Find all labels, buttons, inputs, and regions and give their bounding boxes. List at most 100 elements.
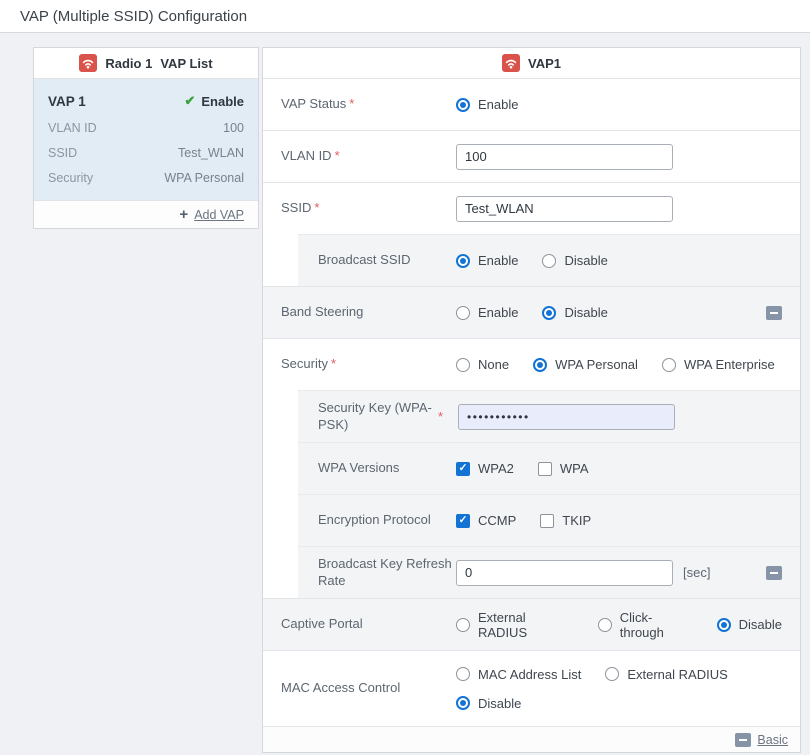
vap-item-status: ✔ Enable bbox=[184, 93, 244, 109]
radio-button-icon[interactable] bbox=[456, 98, 470, 112]
row-wpa-versions: WPA Versions WPA2 WPA bbox=[263, 442, 800, 494]
vap-status-option-enable[interactable]: Enable bbox=[456, 97, 518, 112]
broadcast-key-refresh-input[interactable] bbox=[456, 560, 673, 586]
required-mark: * bbox=[438, 409, 458, 424]
panel-footer: Basic bbox=[263, 726, 800, 752]
security-key-input[interactable] bbox=[458, 404, 675, 430]
security-option-wpa-personal[interactable]: WPA Personal bbox=[533, 357, 638, 372]
vap-item-vlan-value: 100 bbox=[223, 121, 244, 135]
required-mark: * bbox=[349, 96, 354, 111]
mac-acl-option-external-radius[interactable]: External RADIUS bbox=[605, 667, 727, 682]
check-icon: ✔ bbox=[184, 93, 195, 109]
vap-item-vlan-label: VLAN ID bbox=[48, 121, 97, 135]
vap-list-panel: Radio 1 VAP List VAP 1 ✔ Enable VLAN ID … bbox=[33, 47, 259, 229]
basic-view-link[interactable]: Basic bbox=[757, 733, 788, 747]
row-broadcast-ssid: Broadcast SSID Enable Disable bbox=[263, 234, 800, 286]
row-security: Security* None WPA Personal WPA Enterpri… bbox=[263, 338, 800, 390]
captive-portal-option-disable[interactable]: Disable bbox=[717, 617, 782, 632]
row-vlan-id: VLAN ID* bbox=[263, 130, 800, 182]
vap-config-panel: VAP1 VAP Status* Enable VLAN ID* SSID* B… bbox=[262, 47, 801, 753]
vap-item-status-text: Enable bbox=[201, 94, 244, 109]
vap-item-name: VAP 1 bbox=[48, 94, 86, 109]
captive-portal-label: Captive Portal bbox=[281, 616, 456, 633]
radio-button-icon[interactable] bbox=[662, 358, 676, 372]
vap-item-security-value: WPA Personal bbox=[164, 171, 244, 185]
wpa-versions-option-wpa2[interactable]: WPA2 bbox=[456, 461, 514, 476]
page-header: VAP (Multiple SSID) Configuration bbox=[0, 0, 810, 33]
vap-list-item-selected[interactable]: VAP 1 ✔ Enable VLAN ID 100 SSID Test_WLA… bbox=[34, 78, 258, 200]
encryption-option-ccmp[interactable]: CCMP bbox=[456, 513, 516, 528]
band-steering-option-enable[interactable]: Enable bbox=[456, 305, 518, 320]
wpa-versions-option-wpa[interactable]: WPA bbox=[538, 461, 589, 476]
vap-item-ssid-value: Test_WLAN bbox=[178, 146, 244, 160]
required-mark: * bbox=[335, 148, 340, 163]
vlan-id-label: VLAN ID* bbox=[281, 148, 456, 165]
security-key-label: Security Key (WPA-PSK) bbox=[318, 400, 438, 434]
required-mark: * bbox=[331, 356, 336, 371]
vap-list-header: Radio 1 VAP List bbox=[34, 48, 258, 78]
radio-button-icon[interactable] bbox=[456, 254, 470, 268]
broadcast-ssid-option-disable[interactable]: Disable bbox=[542, 253, 607, 268]
band-steering-label: Band Steering bbox=[281, 304, 456, 321]
row-vap-status: VAP Status* Enable bbox=[263, 78, 800, 130]
vap-list-title: VAP List bbox=[160, 56, 212, 71]
vap-status-label: VAP Status* bbox=[281, 96, 456, 113]
collapse-minus-icon[interactable] bbox=[766, 566, 782, 580]
radio-button-icon[interactable] bbox=[605, 667, 619, 681]
mac-acl-option-disable[interactable]: Disable bbox=[456, 696, 521, 711]
encryption-protocol-label: Encryption Protocol bbox=[318, 512, 456, 529]
captive-portal-option-click-through[interactable]: Click-through bbox=[598, 610, 693, 640]
radio-button-icon[interactable] bbox=[542, 254, 556, 268]
row-captive-portal: Captive Portal External RADIUS Click-thr… bbox=[263, 598, 800, 650]
checkbox-checked-icon[interactable] bbox=[456, 462, 470, 476]
captive-portal-option-external-radius[interactable]: External RADIUS bbox=[456, 610, 574, 640]
row-ssid: SSID* bbox=[263, 182, 800, 234]
wifi-icon bbox=[79, 54, 97, 72]
radio-button-icon[interactable] bbox=[456, 696, 470, 710]
plus-icon: + bbox=[179, 207, 188, 222]
mac-acl-option-mac-address-list[interactable]: MAC Address List bbox=[456, 667, 581, 682]
vlan-id-input[interactable] bbox=[456, 144, 673, 170]
vap-config-header: VAP1 bbox=[263, 48, 800, 78]
add-vap-button[interactable]: Add VAP bbox=[194, 208, 244, 222]
vap-item-security-label: Security bbox=[48, 171, 93, 185]
vap-item-ssid-label: SSID bbox=[48, 146, 77, 160]
radio-button-icon[interactable] bbox=[456, 358, 470, 372]
required-mark: * bbox=[314, 200, 319, 215]
row-band-steering: Band Steering Enable Disable bbox=[263, 286, 800, 338]
mac-access-control-label: MAC Access Control bbox=[281, 680, 456, 697]
checkbox-checked-icon[interactable] bbox=[456, 514, 470, 528]
vap-item-ssid-row: SSID Test_WLAN bbox=[48, 140, 244, 165]
vap-item-security-row: Security WPA Personal bbox=[48, 165, 244, 190]
row-encryption-protocol: Encryption Protocol CCMP TKIP bbox=[263, 494, 800, 546]
security-label: Security* bbox=[281, 356, 456, 373]
row-broadcast-key-refresh: Broadcast Key Refresh Rate [sec] bbox=[263, 546, 800, 598]
band-steering-option-disable[interactable]: Disable bbox=[542, 305, 607, 320]
wifi-icon bbox=[502, 54, 520, 72]
broadcast-ssid-label: Broadcast SSID bbox=[318, 252, 456, 269]
ssid-label: SSID* bbox=[281, 200, 456, 217]
radio-button-icon[interactable] bbox=[456, 667, 470, 681]
ssid-input[interactable] bbox=[456, 196, 673, 222]
radio-button-icon[interactable] bbox=[598, 618, 612, 632]
broadcast-ssid-option-enable[interactable]: Enable bbox=[456, 253, 518, 268]
wpa-versions-label: WPA Versions bbox=[318, 460, 456, 477]
radio-button-icon[interactable] bbox=[717, 618, 731, 632]
security-option-wpa-enterprise[interactable]: WPA Enterprise bbox=[662, 357, 775, 372]
checkbox-icon[interactable] bbox=[540, 514, 554, 528]
radio-name-label: Radio 1 bbox=[105, 56, 152, 71]
row-security-key: Security Key (WPA-PSK) * bbox=[263, 390, 800, 442]
radio-button-icon[interactable] bbox=[542, 306, 556, 320]
collapse-minus-icon[interactable] bbox=[766, 306, 782, 320]
encryption-option-tkip[interactable]: TKIP bbox=[540, 513, 591, 528]
broadcast-key-refresh-label: Broadcast Key Refresh Rate bbox=[318, 556, 456, 590]
checkbox-icon[interactable] bbox=[538, 462, 552, 476]
add-vap-row: + Add VAP bbox=[34, 200, 258, 228]
radio-button-icon[interactable] bbox=[533, 358, 547, 372]
radio-button-icon[interactable] bbox=[456, 618, 470, 632]
minus-icon[interactable] bbox=[735, 733, 751, 747]
vap-config-title: VAP1 bbox=[528, 56, 561, 71]
vap-item-vlan-row: VLAN ID 100 bbox=[48, 115, 244, 140]
radio-button-icon[interactable] bbox=[456, 306, 470, 320]
security-option-none[interactable]: None bbox=[456, 357, 509, 372]
